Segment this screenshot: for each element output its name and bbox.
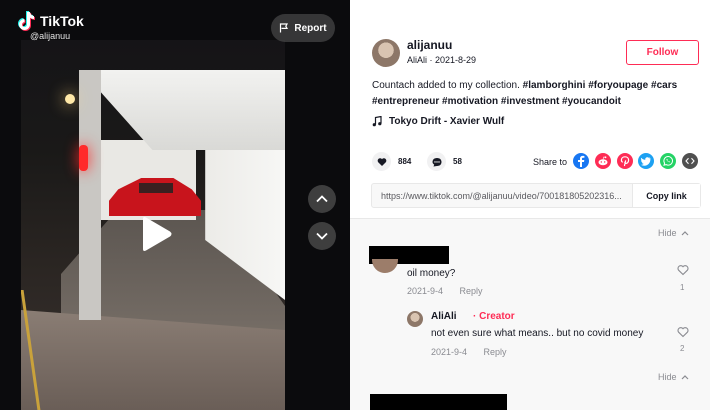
video-caption: Countach added to my collection. #lambor… xyxy=(372,78,702,110)
music-note-icon xyxy=(372,116,382,127)
comment-count: 58 xyxy=(453,157,462,166)
video-handle: @alijanuu xyxy=(30,31,71,41)
comments-section: Hide oil money? 2021-9-4 Reply 1 AliAli … xyxy=(350,219,710,410)
copy-link-button[interactable]: Copy link xyxy=(632,184,700,207)
hide-label: Hide xyxy=(658,228,677,238)
author-username[interactable]: alijanuu xyxy=(407,38,452,52)
caption-hashtags[interactable]: #entrepreneur #motivation #investment #y… xyxy=(372,96,621,107)
facebook-icon[interactable] xyxy=(573,153,589,169)
author-avatar[interactable] xyxy=(372,39,400,67)
like-count: 884 xyxy=(398,157,412,166)
chevron-up-icon xyxy=(681,231,688,236)
redacted-username xyxy=(370,394,507,410)
like-button[interactable] xyxy=(372,152,391,171)
comment-stat: 58 xyxy=(427,152,462,171)
caption-text: Countach added to my collection. xyxy=(372,80,520,91)
pinterest-icon[interactable] xyxy=(617,153,633,169)
video-info-panel: alijanuu AliAli · 2021-8-29 Follow Count… xyxy=(350,0,710,410)
author-meta: AliAli · 2021-8-29 xyxy=(407,55,477,65)
comment-text: oil money? xyxy=(407,268,456,279)
reply-button[interactable]: Reply xyxy=(484,347,507,357)
red-tail-light xyxy=(79,145,88,171)
hide-replies-toggle[interactable]: Hide xyxy=(658,228,689,238)
reply-like-count: 2 xyxy=(680,344,685,353)
reply-text: not even sure what means.. but no covid … xyxy=(431,328,644,339)
hide-label: Hide xyxy=(658,372,677,382)
creator-badge: · Creator xyxy=(473,311,515,322)
play-icon xyxy=(143,217,172,251)
brand-name: TikTok xyxy=(40,13,84,29)
street-light xyxy=(65,94,75,104)
next-video-button[interactable] xyxy=(308,222,336,250)
tiktok-logo-icon xyxy=(18,11,35,31)
video-player[interactable]: TikTok @alijanuu Report xyxy=(0,0,350,410)
play-button[interactable] xyxy=(139,216,173,252)
follow-button[interactable]: Follow xyxy=(626,40,699,65)
tiktok-brand[interactable]: TikTok xyxy=(16,10,84,32)
chevron-up-icon xyxy=(316,195,328,203)
comment-like-count: 1 xyxy=(680,283,685,292)
chevron-up-icon xyxy=(681,375,688,380)
caption-hashtags[interactable]: #lamborghini #foryoupage #cars xyxy=(523,80,678,91)
commenter-avatar[interactable] xyxy=(372,259,398,273)
trailer-ceiling xyxy=(81,70,285,150)
twitter-icon[interactable] xyxy=(638,153,654,169)
heart-outline-icon[interactable] xyxy=(677,326,689,338)
share-label: Share to xyxy=(533,157,568,167)
music-link[interactable]: Tokyo Drift - Xavier Wulf xyxy=(372,116,504,127)
chevron-down-icon xyxy=(316,232,328,240)
car-window xyxy=(139,183,173,193)
flag-icon xyxy=(280,23,289,33)
heart-icon xyxy=(377,157,386,166)
previous-video-button[interactable] xyxy=(308,185,336,213)
embed-icon[interactable] xyxy=(682,153,698,169)
share-link-box: https://www.tiktok.com/@alijanuu/video/7… xyxy=(371,183,701,208)
like-stat: 884 xyxy=(372,152,411,171)
music-title: Tokyo Drift - Xavier Wulf xyxy=(389,116,505,127)
reply-button[interactable]: Reply xyxy=(460,286,483,296)
comment-icon xyxy=(432,157,441,166)
heart-outline-icon[interactable] xyxy=(677,264,689,276)
reply-meta: 2021-9-4 Reply xyxy=(431,347,507,357)
report-button[interactable]: Report xyxy=(271,14,335,42)
comment-date: 2021-9-4 xyxy=(407,286,444,296)
comment-meta: 2021-9-4 Reply xyxy=(407,286,483,296)
creator-avatar[interactable] xyxy=(407,311,423,327)
reply-date: 2021-9-4 xyxy=(431,347,468,357)
trailer-post xyxy=(79,70,101,320)
hide-replies-toggle[interactable]: Hide xyxy=(658,372,689,382)
whatsapp-icon[interactable] xyxy=(660,153,676,169)
reply-author[interactable]: AliAli xyxy=(431,311,457,322)
comment-button[interactable] xyxy=(427,152,446,171)
video-url[interactable]: https://www.tiktok.com/@alijanuu/video/7… xyxy=(372,191,632,201)
reddit-icon[interactable] xyxy=(595,153,611,169)
report-label: Report xyxy=(294,22,327,34)
